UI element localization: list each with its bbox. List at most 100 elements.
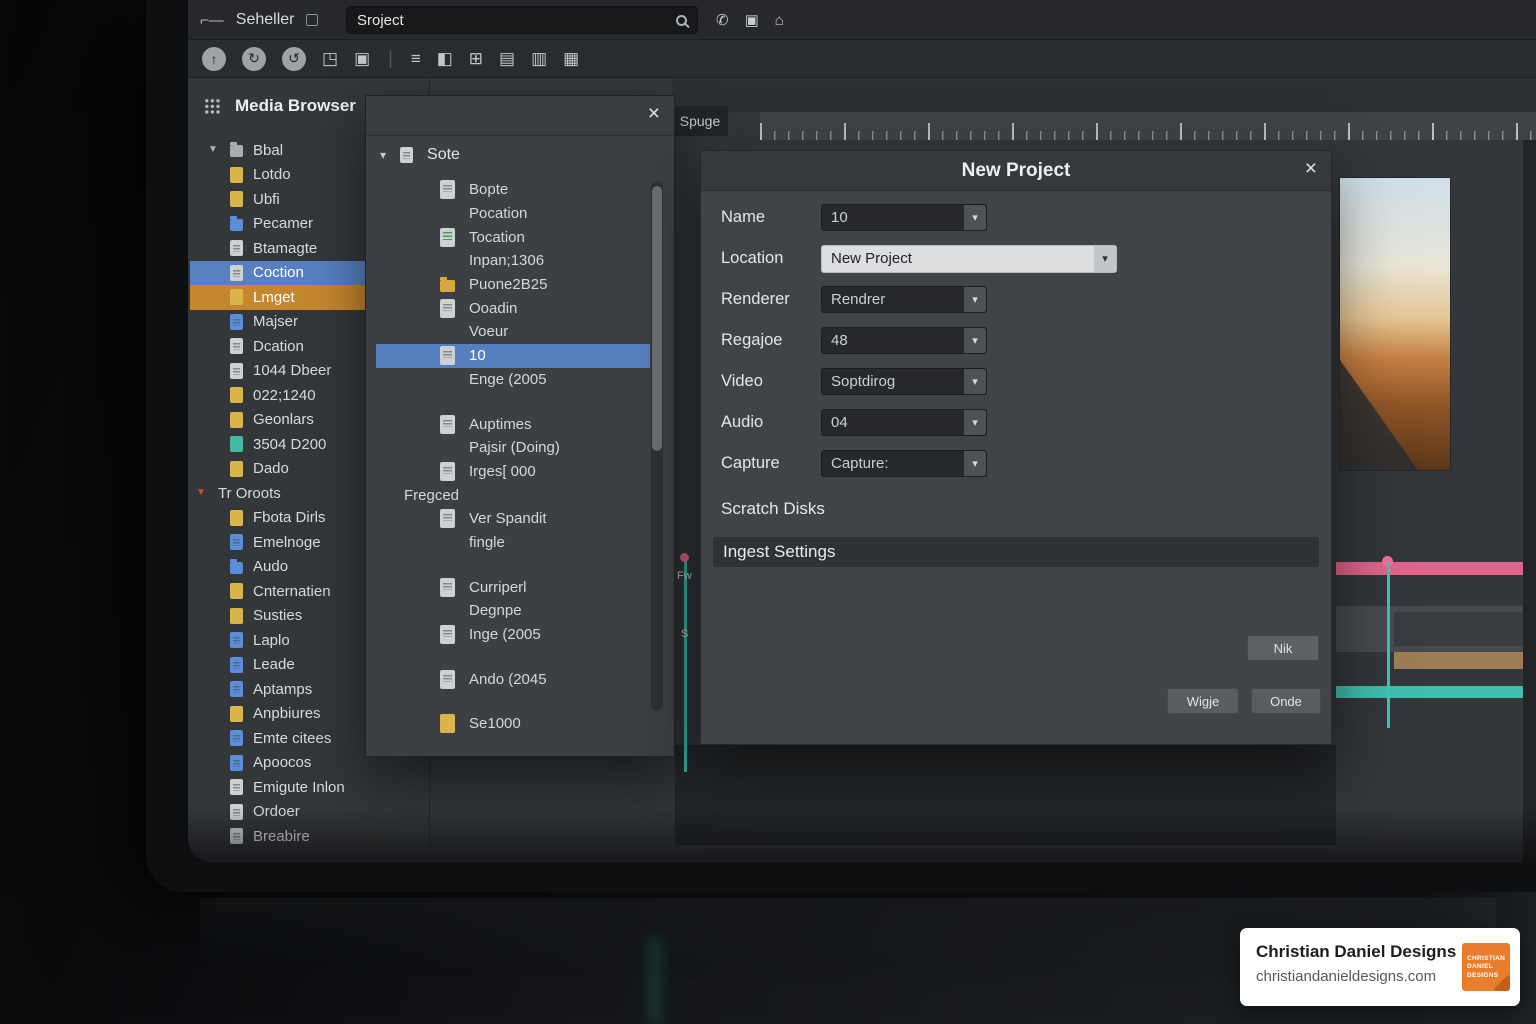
file-white-icon (230, 240, 243, 256)
timeline-clip-gray[interactable] (1394, 612, 1536, 646)
timeline-ruler[interactable] (760, 112, 1536, 140)
upload-icon[interactable]: ↑ (202, 47, 226, 71)
timeline-clip-teal[interactable] (1336, 686, 1536, 698)
media-item-label: Lmget (253, 289, 295, 306)
scratch-disks-label: Scratch Disks (721, 499, 825, 519)
file-item-label: Degnpe (469, 602, 522, 619)
expander-icon[interactable]: ▼ (196, 488, 218, 498)
file-item-fregced[interactable]: Fregced (376, 483, 650, 507)
checkbox-icon[interactable] (306, 14, 318, 26)
file-item-fingle[interactable]: fingle (376, 531, 650, 555)
chevron-down-icon[interactable]: ▾ (964, 410, 986, 435)
import-icon[interactable]: ▣ (354, 49, 370, 69)
audio-dropdown[interactable]: 04▾ (821, 409, 987, 436)
scrollbar-track[interactable] (651, 181, 663, 711)
file-item-puone2b25[interactable]: Puone2B25 (376, 273, 650, 297)
chevron-down-icon[interactable]: ▾ (1094, 246, 1116, 272)
file-item-pajsir-doing[interactable]: Pajsir (Doing) (376, 436, 650, 460)
wigje-button[interactable]: Wigje (1167, 688, 1239, 714)
track-label: Fw (677, 570, 692, 582)
file-item-ooadin[interactable]: Ooadin (376, 296, 650, 320)
file-yellow-icon (230, 510, 243, 526)
file-item-enge-2005[interactable]: Enge (2005 (376, 368, 650, 392)
timeline-clip-tan[interactable] (1394, 652, 1536, 669)
ingest-settings-section[interactable]: Ingest Settings (713, 537, 1319, 567)
media-item-label: Susties (253, 607, 302, 624)
search-input[interactable]: Sroject (346, 6, 698, 34)
close-icon[interactable]: × (1305, 158, 1317, 179)
history-icon[interactable]: ↺ (282, 47, 306, 71)
file-item-voeur[interactable]: Voeur (376, 320, 650, 344)
search-icon[interactable] (676, 15, 687, 26)
field-row-audio: Audio04▾ (721, 402, 1311, 443)
timeline-clip-pink[interactable] (1336, 562, 1536, 575)
capture-dropdown[interactable]: Capture:▾ (821, 450, 987, 477)
file-item-se1000[interactable]: Se1000 (376, 712, 650, 736)
clip-icon[interactable]: ▤ (499, 49, 515, 69)
file-item-irges-000[interactable]: Irges[ 000 (376, 460, 650, 484)
breadcrumb-label[interactable]: Sote (427, 146, 460, 164)
file-item-ando-2045[interactable]: Ando (2045 (376, 667, 650, 691)
renderer-dropdown[interactable]: Rendrer▾ (821, 286, 987, 313)
file-item-ver-spandit[interactable]: Ver Spandit (376, 507, 650, 531)
file-yellow-icon (230, 706, 243, 722)
file-item-10[interactable]: 10 (376, 344, 650, 368)
expander-icon[interactable]: ▼ (208, 145, 230, 155)
top-bar-icons: ✆ ▣ ⌂ (716, 0, 784, 40)
file-item-inge-2005[interactable]: Inge (2005 (376, 623, 650, 647)
grid-icon[interactable] (204, 98, 221, 115)
media-icon[interactable]: ▦ (563, 49, 579, 69)
preview-thumbnail[interactable] (1340, 178, 1450, 470)
file-yellow-icon (230, 583, 243, 599)
chevron-down-icon[interactable]: ▾ (964, 328, 986, 353)
playhead-marker-left-icon[interactable] (680, 553, 689, 562)
panel-title: Media Browser (235, 96, 356, 116)
dialog-title: New Project (962, 160, 1071, 182)
phone-icon[interactable]: ✆ (716, 11, 729, 29)
regajoe-dropdown[interactable]: 48▾ (821, 327, 987, 354)
scrollbar-vertical[interactable] (1523, 140, 1536, 862)
home-icon[interactable]: ⌂ (775, 12, 784, 29)
file-item-curriperl[interactable]: Curriperl (376, 575, 650, 599)
file-item-degnpe[interactable]: Degnpe (376, 599, 650, 623)
media-item-emigute-inlon[interactable]: Emigute Inlon (190, 775, 429, 800)
file-item-auptimes[interactable]: Auptimes (376, 412, 650, 436)
chevron-down-icon[interactable]: ▾ (964, 205, 986, 230)
camera-icon[interactable]: ▣ (745, 11, 759, 29)
media-item-label: Leade (253, 656, 295, 673)
menu-icon[interactable]: ≡ (411, 49, 421, 69)
file-item-inpan-1306[interactable]: Inpan;1306 (376, 249, 650, 273)
duplicate-icon[interactable]: ◧ (437, 49, 453, 69)
brand-logo-icon: CHRISTIAN DANIEL DESIGNS (1462, 943, 1510, 991)
media-item-label: Bbal (253, 142, 283, 159)
scrollbar-thumb[interactable] (652, 186, 662, 451)
onde-button[interactable]: Onde (1251, 688, 1321, 714)
file-yellow-icon (230, 167, 243, 183)
sequence-icon[interactable]: ▥ (531, 49, 547, 69)
file-item-bopte[interactable]: Bopte (376, 178, 650, 202)
media-item-label: Geonlars (253, 411, 314, 428)
export-icon[interactable]: ◳ (322, 49, 338, 69)
new-bin-icon[interactable]: ⊞ (469, 49, 483, 69)
playhead-line-left[interactable] (684, 558, 687, 772)
refresh-icon[interactable]: ↻ (242, 47, 266, 71)
close-icon[interactable]: × (648, 103, 660, 124)
playhead-line[interactable] (1387, 562, 1390, 728)
media-item-breabire[interactable]: Breabire (190, 824, 429, 845)
chevron-down-icon[interactable]: ▾ (964, 369, 986, 394)
file-item-pocation[interactable]: Pocation (376, 202, 650, 226)
name-dropdown[interactable]: 10 ▾ (821, 204, 987, 231)
dropdown-value: 10 (831, 209, 848, 226)
media-item-ordoer[interactable]: Ordoer (190, 800, 429, 825)
chevron-down-icon[interactable]: ▾ (964, 287, 986, 312)
timeline-tab[interactable]: Spuge (672, 106, 728, 136)
video-dropdown[interactable]: Soptdirog▾ (821, 368, 987, 395)
location-dropdown[interactable]: New Project▾ (821, 245, 1117, 273)
file-item-label: Enge (2005 (469, 371, 547, 388)
file-item-tocation[interactable]: Tocation (376, 225, 650, 249)
chevron-down-icon[interactable]: ▾ (964, 451, 986, 476)
mix-button[interactable]: Nik (1247, 635, 1319, 661)
file-white-icon (440, 180, 455, 199)
timeline-lower-area (675, 745, 1336, 845)
chevron-down-icon[interactable]: ▾ (380, 148, 386, 162)
